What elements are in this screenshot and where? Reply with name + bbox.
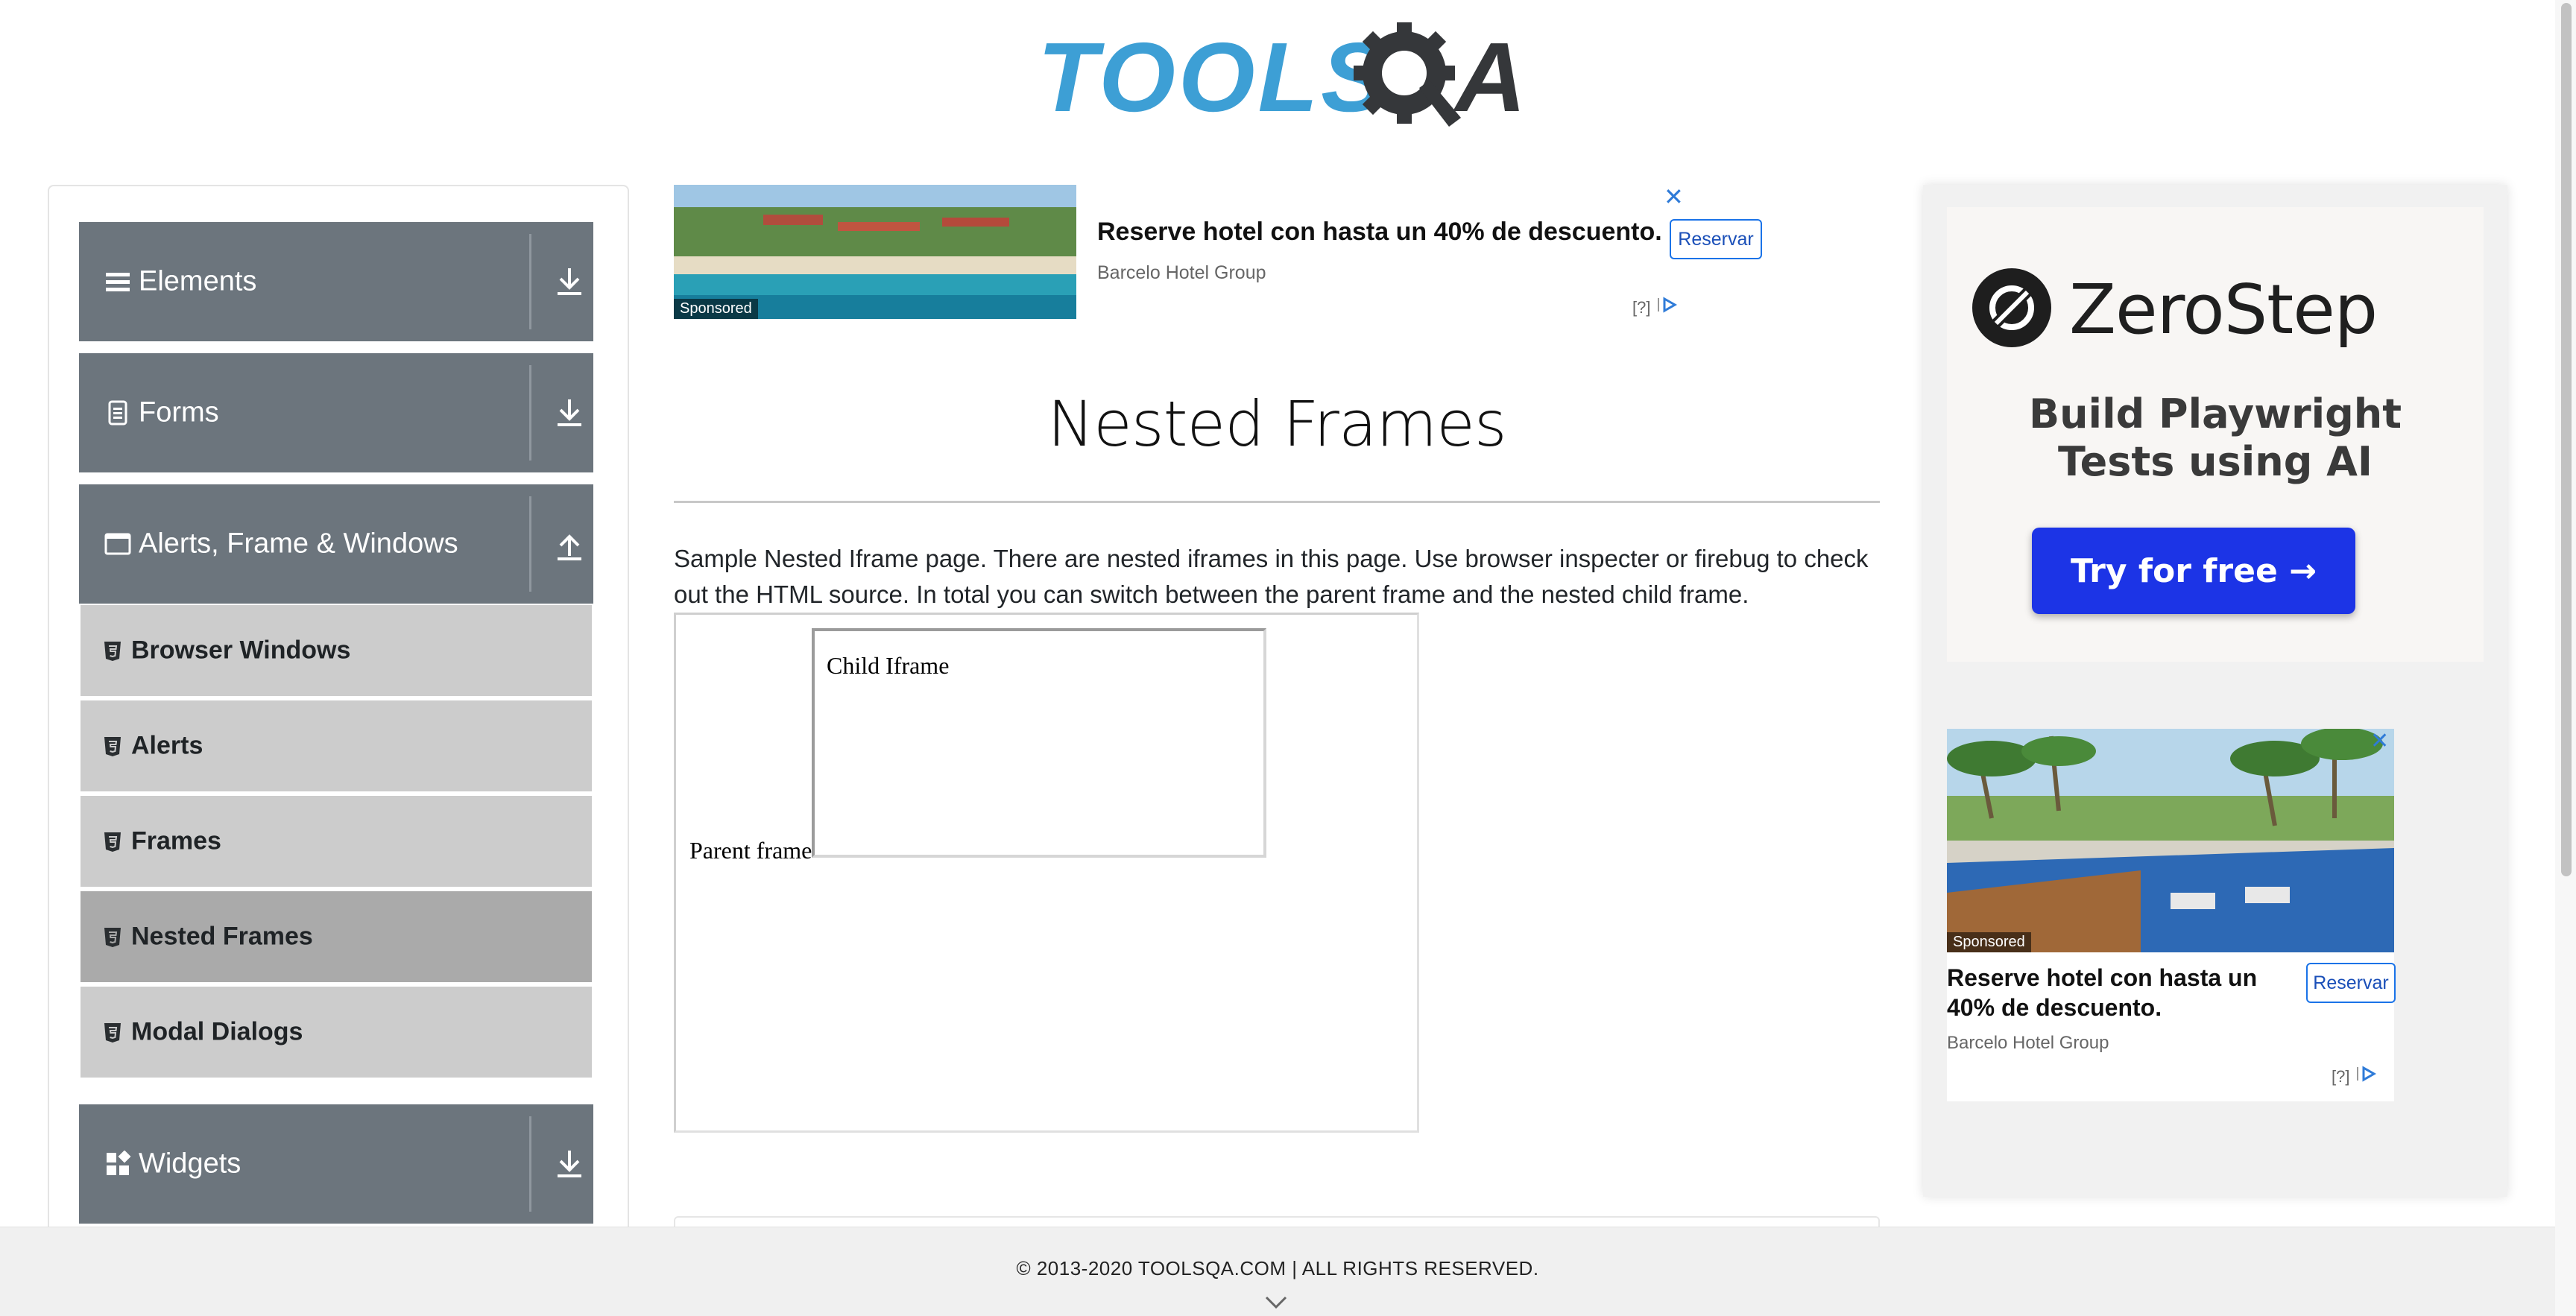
widgets-icon <box>107 1151 131 1175</box>
zerostep-subtitle-line2: Tests using AI <box>2057 438 2373 485</box>
top-ad-banner[interactable]: Sponsored Reserve hotel con hasta un 40%… <box>674 185 1762 319</box>
zerostep-logo-icon <box>1972 268 2051 347</box>
window-icon <box>104 533 131 555</box>
ad-info-link[interactable]: [?] <box>2332 1066 2377 1086</box>
group-label: Widgets <box>139 1148 242 1180</box>
html5-icon <box>104 832 121 852</box>
zerostep-subtitle-line1: Build Playwright <box>2028 390 2402 437</box>
html5-icon <box>104 642 121 661</box>
hotel-pool-image[interactable]: Sponsored <box>1947 729 2394 952</box>
hamburger-icon <box>106 273 130 291</box>
group-header-alerts-frame-windows[interactable]: Alerts, Frame & Windows <box>79 484 593 604</box>
adchoices-icon <box>1657 297 1677 313</box>
group-header-forms[interactable]: Forms <box>79 353 593 472</box>
parent-frame-label: Parent frame <box>689 837 812 864</box>
child-iframe[interactable]: Child Iframe <box>812 628 1266 858</box>
footer-copyright: © 2013-2020 TOOLSQA.COM | ALL RIGHTS RES… <box>1016 1257 1539 1279</box>
scrollbar-thumb[interactable] <box>2561 3 2572 876</box>
toolsqa-logo[interactable]: TOOLS A <box>1038 22 1527 136</box>
logo-text: TOOLS <box>1038 22 1390 132</box>
side-hotel-ad[interactable]: Sponsored Reserve hotel con hasta un 40%… <box>1947 729 2396 1101</box>
menu-item-label: Browser Windows <box>131 636 351 665</box>
menu-item-alerts[interactable]: Alerts <box>80 699 592 791</box>
ad-title[interactable]: Reserve hotel con hasta un 40% de descue… <box>1097 218 1662 247</box>
ad-close-icon[interactable]: ✕ <box>1664 185 1684 209</box>
ad-info-link[interactable]: [?] <box>1632 297 1678 317</box>
hotel-beach-image[interactable]: Sponsored <box>674 185 1076 319</box>
group-header-elements[interactable]: Elements <box>79 222 593 341</box>
group-divider <box>529 1116 531 1212</box>
hotel-pool-illustration <box>1947 729 2394 952</box>
group-label: Forms <box>139 396 219 428</box>
group-divider <box>529 365 531 461</box>
menu-item-modal-dialogs[interactable]: Modal Dialogs <box>80 985 592 1078</box>
document-icon <box>108 400 127 426</box>
parent-iframe[interactable]: Parent frame Child Iframe <box>674 613 1419 1133</box>
ad-info-text: [?] <box>2332 1067 2350 1086</box>
zerostep-brand: ZeroStep <box>2069 270 2378 349</box>
reservar-button[interactable]: Reservar <box>1670 219 1762 259</box>
group-label: Elements <box>139 265 257 297</box>
adchoices-icon <box>2356 1066 2376 1082</box>
download-arrow-icon[interactable] <box>553 1146 586 1182</box>
sponsored-label: Sponsored <box>1947 932 2031 952</box>
zerostep-subtitle: Build Playwright Tests using AI <box>1947 390 2484 486</box>
menu-item-frames[interactable]: Frames <box>80 794 592 887</box>
reservar-button[interactable]: Reservar <box>2306 963 2396 1003</box>
logo-gear-q-icon <box>1354 22 1461 127</box>
menu-item-browser-windows[interactable]: Browser Windows <box>80 604 592 696</box>
zerostep-ad[interactable]: ZeroStep Build Playwright Tests using AI… <box>1947 207 2484 662</box>
ad-close-icon[interactable]: ✕ <box>2370 730 2389 753</box>
page-scrollbar[interactable] <box>2555 0 2576 1316</box>
sponsored-label: Sponsored <box>674 299 758 319</box>
html5-icon <box>104 928 121 947</box>
menu-item-nested-frames[interactable]: Nested Frames <box>80 890 592 982</box>
group-divider <box>529 234 531 329</box>
download-arrow-icon[interactable] <box>553 395 586 431</box>
try-for-free-button[interactable]: Try for free → <box>2032 528 2355 614</box>
ad-title[interactable]: Reserve hotel con hasta un 40% de descue… <box>1947 963 2275 1022</box>
group-label: Alerts, Frame & Windows <box>139 528 458 560</box>
menu-item-label: Modal Dialogs <box>131 1017 303 1046</box>
ad-source: Barcelo Hotel Group <box>1947 1033 2109 1053</box>
page-title: Nested Frames <box>1047 387 1506 461</box>
logo-a: A <box>1455 22 1527 132</box>
footer: © 2013-2020 TOOLSQA.COM | ALL RIGHTS RES… <box>0 1227 2555 1316</box>
chevron-down-icon[interactable] <box>1264 1294 1288 1311</box>
group-header-widgets[interactable]: Widgets <box>79 1104 593 1224</box>
html5-icon <box>104 1023 121 1043</box>
ad-info-text: [?] <box>1632 298 1651 317</box>
menu-item-label: Nested Frames <box>131 922 313 951</box>
download-arrow-icon[interactable] <box>553 264 586 300</box>
page-description: Sample Nested Iframe page. There are nes… <box>674 545 1869 608</box>
ad-source: Barcelo Hotel Group <box>1097 262 1266 283</box>
title-divider <box>674 501 1880 503</box>
html5-icon <box>104 737 121 756</box>
right-ad-column: ZeroStep Build Playwright Tests using AI… <box>1923 185 2507 1197</box>
child-frame-label: Child Iframe <box>827 652 950 679</box>
menu-item-label: Frames <box>131 826 221 855</box>
upload-arrow-icon[interactable] <box>553 526 586 562</box>
group-divider <box>529 496 531 592</box>
menu-item-label: Alerts <box>131 731 203 760</box>
